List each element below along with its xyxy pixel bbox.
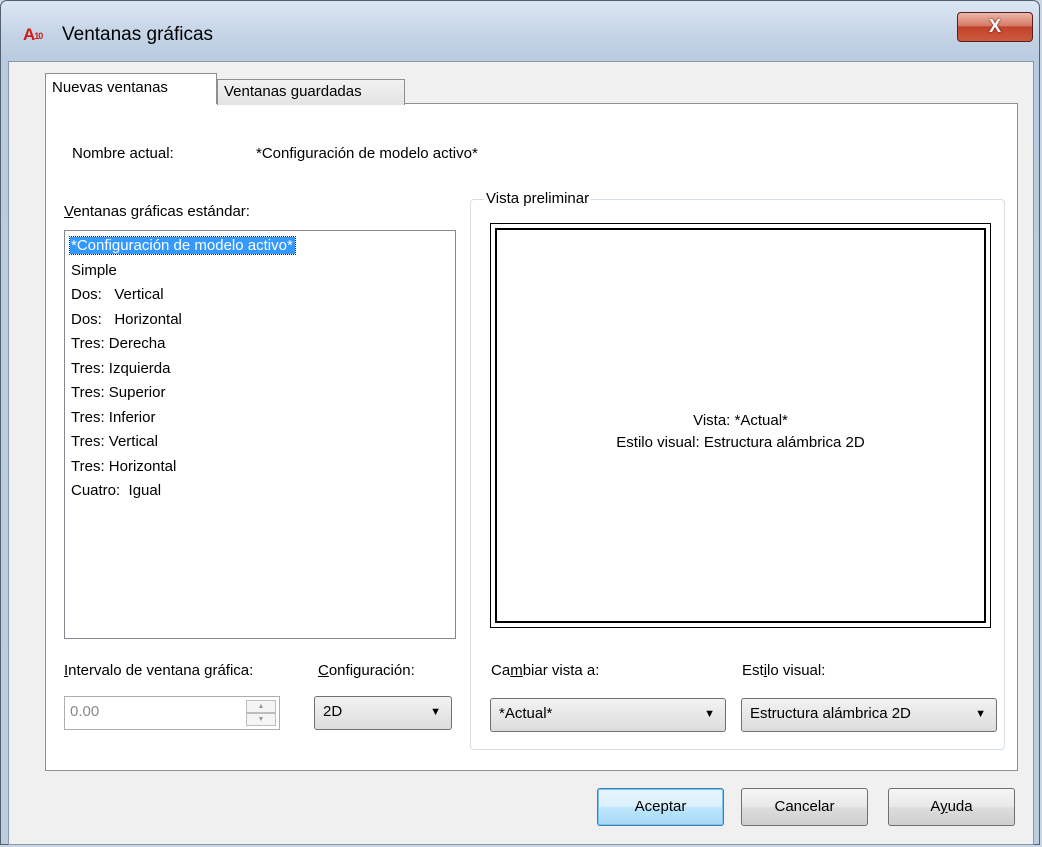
change-view-label: Cambiar vista a: [491,662,600,679]
list-item[interactable]: Dos: Vertical [70,283,455,308]
list-item[interactable]: Cuatro: Igual [70,479,455,504]
current-name-label: Nombre actual: [72,145,174,162]
current-name-value: *Configuración de modelo activo* [256,145,478,162]
tab-label: Nuevas ventanas [52,79,168,96]
cancel-button[interactable]: Cancelar [741,788,868,826]
list-item-selected[interactable]: *Configuración de modelo activo* [69,234,455,259]
close-icon: X [988,16,1001,36]
change-view-selected-value: *Actual* [499,705,553,722]
setup-dropdown[interactable]: 2D ▼ [314,696,452,730]
title-bar[interactable]: A10 Ventanas gráficas [0,0,1040,64]
viewport-spacing-input[interactable]: 0.00 ▲ ▼ [64,696,280,730]
setup-label: Configuración: [318,662,415,679]
chevron-down-icon: ▼ [975,708,986,720]
list-item[interactable]: Tres: Horizontal [70,455,455,480]
preview-viewport-frame: Vista: *Actual* Estilo visual: Estructur… [495,228,986,623]
list-item[interactable]: Tres: Inferior [70,406,455,431]
visual-style-label: Estilo visual: [742,662,826,679]
preview-legend: Vista preliminar [484,190,592,207]
accept-button[interactable]: Aceptar [597,788,724,826]
list-item[interactable]: Tres: Derecha [70,332,455,357]
list-item[interactable]: Dos: Horizontal [70,308,455,333]
standard-viewports-label: Ventanas gráficas estándar: [64,203,250,220]
spacing-spinner[interactable]: ▲ ▼ [246,700,276,726]
list-item[interactable]: Simple [70,259,455,284]
tab-label: Ventanas guardadas [224,83,362,100]
tab-nuevas-ventanas[interactable]: Nuevas ventanas [45,73,217,104]
chevron-down-icon: ▼ [430,706,441,718]
spin-up-icon[interactable]: ▲ [246,700,276,713]
chevron-down-icon: ▼ [704,708,715,720]
spin-down-icon[interactable]: ▼ [246,713,276,726]
preview-caption: Vista: *Actual* Estilo visual: Estructur… [497,410,984,454]
viewport-spacing-label: Intervalo de ventana gráfica: [64,662,254,679]
visual-style-selected-value: Estructura alámbrica 2D [750,705,911,722]
setup-selected-value: 2D [323,703,343,720]
preview-canvas: Vista: *Actual* Estilo visual: Estructur… [490,223,991,628]
list-item[interactable]: Tres: Superior [70,381,455,406]
visual-style-dropdown[interactable]: Estructura alámbrica 2D ▼ [741,698,997,732]
autocad-app-icon: A10 [23,25,43,44]
close-button[interactable]: X [957,12,1033,42]
window-title: Ventanas gráficas [62,24,214,45]
standard-viewports-list[interactable]: *Configuración de modelo activo* Simple … [64,230,456,639]
preview-style-text: Estilo visual: Estructura alámbrica 2D [616,434,865,451]
preview-view-text: Vista: *Actual* [693,412,788,429]
help-button[interactable]: Ayuda [888,788,1015,826]
spacing-value: 0.00 [70,703,100,720]
change-view-dropdown[interactable]: *Actual* ▼ [490,698,726,732]
tab-ventanas-guardadas[interactable]: Ventanas guardadas [217,79,405,105]
list-item[interactable]: Tres: Vertical [70,430,455,455]
list-item[interactable]: Tres: Izquierda [70,357,455,382]
